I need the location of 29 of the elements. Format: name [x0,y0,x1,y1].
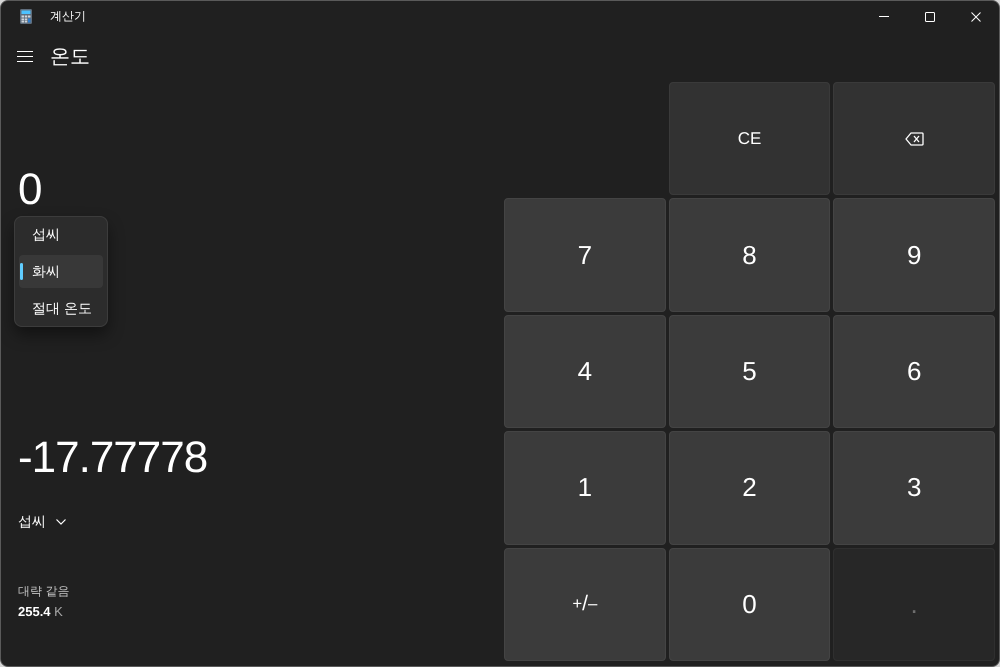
calculator-icon [20,9,32,24]
digit-button[interactable]: 0 [668,548,830,662]
digit-button[interactable]: 2 [668,431,830,545]
menu-item[interactable]: 섭씨 [19,218,103,251]
close-icon [971,12,981,22]
menu-item[interactable]: 절대 온도 [19,292,103,325]
unit-dropdown[interactable]: 섭씨 [18,508,66,536]
digit-button[interactable]: 3 [833,431,995,545]
digit-button[interactable]: 1 [504,431,666,545]
mode-title: 온도 [50,44,90,70]
digit-button[interactable]: 6 [833,314,995,428]
backspace-icon [904,132,924,146]
digit-button[interactable]: 5 [668,314,830,428]
menu-item[interactable]: 화씨 [19,255,103,288]
digit-button[interactable]: 4 [504,314,666,428]
menu-icon [17,50,33,62]
clear-entry-button[interactable]: CE [668,82,830,196]
digit-button[interactable]: 7 [504,198,666,312]
approx-label: 대략 같음 [18,583,70,600]
output-value: -17.77778 [18,432,208,484]
approx-value: 255.4 K [18,603,63,621]
minimize-icon [879,16,889,17]
digit-button[interactable]: 8 [668,198,830,312]
chevron-down-icon [56,519,66,525]
digit-button[interactable]: 9 [833,198,995,312]
window-title: 계산기 [50,8,86,25]
maximize-icon [925,12,935,22]
input-value: 0 [18,168,42,212]
selection-bar-icon [20,263,23,280]
